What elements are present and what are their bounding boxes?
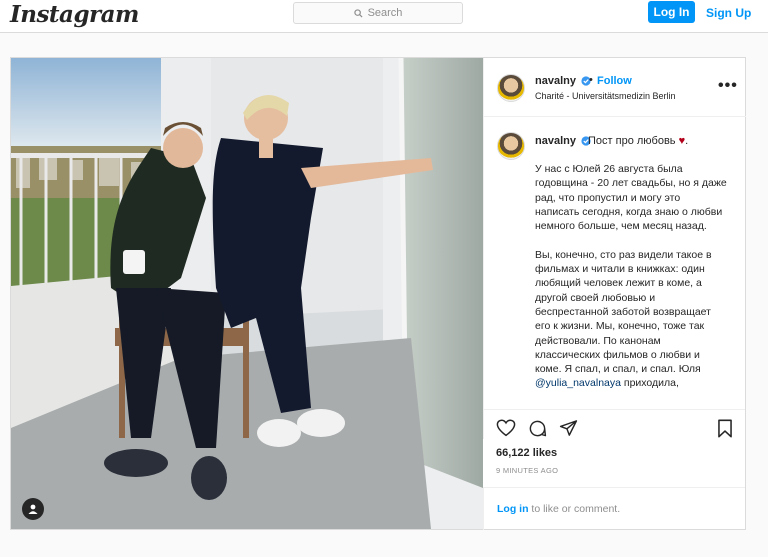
tagged-user-icon[interactable] — [22, 498, 44, 520]
caption-author-row: navalny — [535, 135, 591, 147]
post-sidebar: navalny • Follow Charité - Universitätsm… — [483, 58, 746, 530]
caption-area[interactable]: navalny Пост про любовь ♥. У нас с Юлей … — [483, 117, 745, 410]
red-heart-emoji: ♥ — [678, 135, 686, 147]
author-username[interactable]: navalny — [535, 75, 576, 87]
instagram-logo[interactable]: Instagram — [10, 1, 139, 28]
photo-scene — [11, 58, 483, 529]
post-timestamp[interactable]: 9 MINUTES AGO — [496, 466, 558, 475]
login-link[interactable]: Log in — [497, 503, 529, 515]
author-name-row: navalny — [535, 75, 591, 87]
login-prompt: Log in to like or comment. — [483, 487, 745, 530]
post-header: navalny • Follow Charité - Universitätsm… — [483, 58, 746, 117]
share-icon[interactable] — [559, 419, 578, 437]
post-photo[interactable] — [11, 58, 483, 529]
bookmark-icon[interactable] — [717, 419, 733, 438]
caption-first-line: Пост про любовь ♥. — [588, 135, 689, 147]
login-prompt-text: Log in to like or comment. — [497, 503, 620, 515]
caption-text-part2: приходила, — [620, 377, 679, 390]
caption-username[interactable]: navalny — [535, 135, 576, 147]
login-button[interactable]: Log In — [648, 1, 695, 23]
more-icon[interactable]: ••• — [718, 77, 738, 95]
action-bar — [483, 409, 746, 439]
search-icon — [353, 8, 363, 18]
caption-avatar[interactable] — [497, 132, 525, 160]
mention-link[interactable]: @yulia_navalnaya — [535, 377, 621, 389]
login-prompt-rest: to like or comment. — [528, 503, 621, 515]
author-avatar[interactable] — [497, 74, 525, 102]
search-placeholder: Search — [367, 7, 403, 19]
separator-dot: • — [589, 74, 593, 86]
caption-text: У нас с Юлей 26 августа была годовщина -… — [535, 162, 727, 391]
follow-button[interactable]: Follow — [597, 75, 632, 87]
signup-link[interactable]: Sign Up — [706, 6, 751, 20]
likes-count[interactable]: 66,122 likes — [496, 447, 557, 459]
search-box[interactable]: Search — [293, 2, 463, 24]
comment-icon[interactable] — [528, 419, 547, 438]
caption-title: Пост про любовь — [588, 135, 676, 147]
post-card: navalny • Follow Charité - Universitätsm… — [10, 57, 746, 530]
heart-icon[interactable] — [496, 419, 516, 437]
caption-text-part1: У нас с Юлей 26 августа была годовщина -… — [535, 163, 727, 376]
top-navigation-bar: Instagram Search Log In Sign Up — [0, 0, 768, 33]
post-location[interactable]: Charité - Universitätsmedizin Berlin — [535, 91, 676, 101]
